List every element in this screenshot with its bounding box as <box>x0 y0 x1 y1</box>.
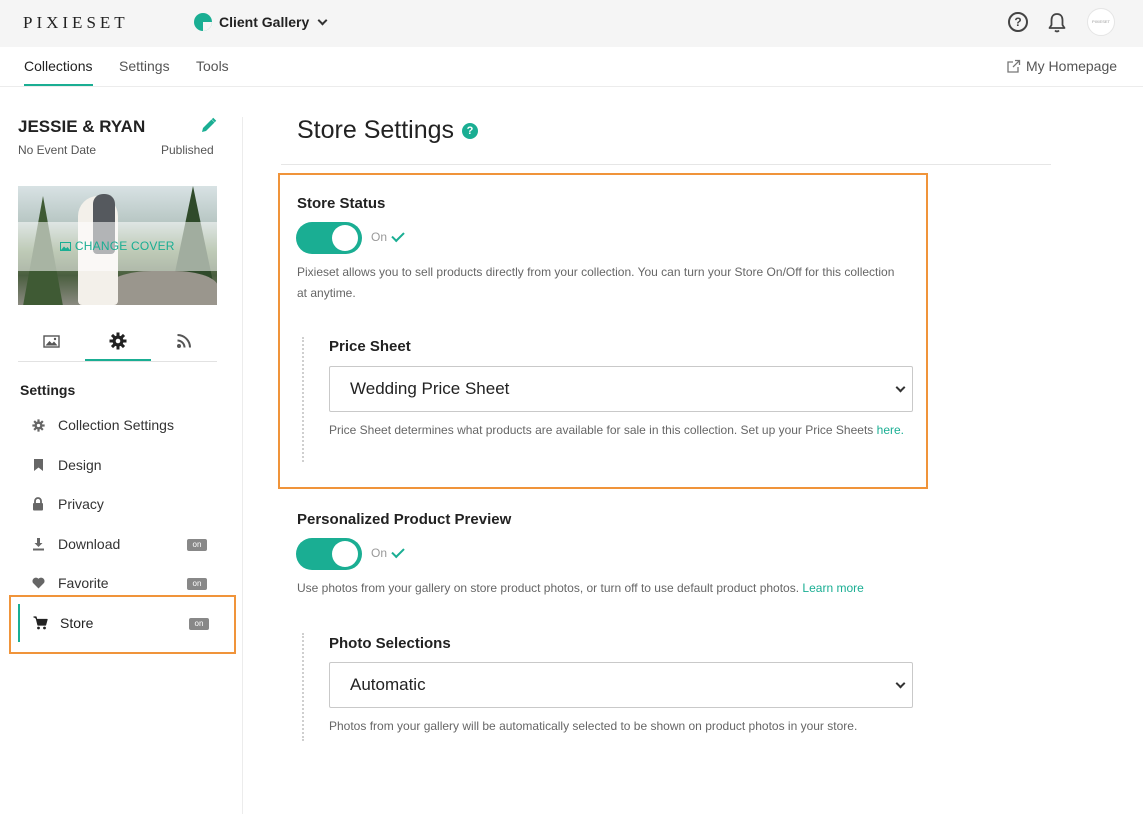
bookmark-icon <box>30 457 46 473</box>
sidebar-item-label: Privacy <box>58 496 104 512</box>
product-preview-description: Use photos from your gallery on store pr… <box>297 578 937 599</box>
gallery-title: JESSIE & RYAN <box>18 117 146 136</box>
sidebar-item-privacy[interactable]: Privacy <box>18 485 217 523</box>
bell-icon[interactable] <box>1047 12 1067 34</box>
chevron-down-icon <box>895 382 906 393</box>
active-tab-indicator <box>24 84 93 86</box>
avatar[interactable]: PIXIESET <box>1087 8 1115 36</box>
lock-icon <box>30 496 46 512</box>
product-preview-state: On <box>371 544 405 560</box>
download-icon <box>30 536 46 552</box>
tab-collections[interactable]: Collections <box>24 58 92 74</box>
sidebar-item-label: Store <box>60 615 94 631</box>
check-icon <box>391 228 405 242</box>
change-cover-label: CHANGE COVER <box>74 239 175 253</box>
my-homepage-label: My Homepage <box>1026 58 1118 74</box>
gallery-cover-image[interactable]: CHANGE COVER <box>18 186 217 305</box>
store-status-toggle[interactable] <box>296 222 362 254</box>
sidebar-item-store[interactable]: Store on <box>18 604 217 642</box>
product-preview-description-text: Use photos from your gallery on store pr… <box>297 581 800 595</box>
status-badge: on <box>189 618 209 630</box>
price-sheet-title: Price Sheet <box>329 338 411 355</box>
sidebar-item-download[interactable]: Download on <box>18 525 217 563</box>
gallery-status: Published <box>161 143 214 157</box>
learn-more-link[interactable]: Learn more <box>802 581 863 595</box>
chevron-down-icon <box>317 15 328 25</box>
collection-sub-tabs <box>18 322 217 362</box>
help-icon[interactable]: ? <box>1008 12 1028 32</box>
sidebar-item-favorite[interactable]: Favorite on <box>18 564 217 602</box>
main-tab-nav: Collections Settings Tools My Homepage <box>0 47 1143 87</box>
gear-icon <box>30 417 46 433</box>
image-icon <box>60 242 72 251</box>
app-switcher[interactable]: Client Gallery <box>194 11 328 33</box>
product-preview-toggle[interactable] <box>296 538 362 570</box>
store-status-state: On <box>371 228 405 244</box>
photo-selections-connector <box>302 633 304 741</box>
active-sub-tab-indicator <box>85 359 151 361</box>
chevron-down-icon <box>895 678 906 689</box>
cover-rock <box>108 271 217 305</box>
status-badge: on <box>187 539 207 551</box>
external-link-icon <box>1007 59 1021 73</box>
store-status-highlight-box <box>278 173 928 489</box>
photo-selections-select[interactable]: Automatic <box>329 662 913 708</box>
gallery-event-date: No Event Date <box>18 143 97 157</box>
product-preview-title: Personalized Product Preview <box>297 511 512 528</box>
image-icon <box>42 334 60 348</box>
app-switcher-label: Client Gallery <box>219 14 310 30</box>
sidebar-heading: Settings <box>20 382 76 398</box>
change-cover-button[interactable]: CHANGE COVER <box>18 239 217 253</box>
price-sheet-here-link[interactable]: here. <box>877 423 904 437</box>
pencil-icon[interactable] <box>200 117 217 134</box>
client-gallery-icon <box>194 13 212 31</box>
page-title: Store Settings ? <box>297 116 479 145</box>
photo-selections-title: Photo Selections <box>329 635 451 652</box>
price-sheet-description-text: Price Sheet determines what products are… <box>329 423 874 437</box>
tab-photos[interactable] <box>18 322 84 360</box>
tab-collection-settings[interactable] <box>85 322 151 360</box>
photo-selections-selected: Automatic <box>350 675 426 694</box>
store-status-title: Store Status <box>297 195 386 212</box>
sidebar-item-label: Favorite <box>58 575 109 591</box>
sidebar-item-design[interactable]: Design <box>18 446 217 484</box>
product-preview-state-label: On <box>371 546 388 560</box>
sidebar-item-label: Download <box>58 536 121 552</box>
gear-icon <box>109 332 127 350</box>
price-sheet-connector <box>302 337 304 462</box>
status-badge: on <box>187 578 207 590</box>
sidebar-divider <box>242 117 243 814</box>
pixieset-logo[interactable]: PIXIESET <box>23 13 129 33</box>
tab-settings[interactable]: Settings <box>119 58 170 74</box>
price-sheet-description: Price Sheet determines what products are… <box>329 420 919 441</box>
price-sheet-selected: Wedding Price Sheet <box>350 379 510 398</box>
tab-tools[interactable]: Tools <box>196 58 229 74</box>
store-status-state-label: On <box>371 230 388 244</box>
sidebar-item-label: Design <box>58 457 102 473</box>
store-status-description: Pixieset allows you to sell products dir… <box>297 265 895 300</box>
cart-icon <box>32 615 48 631</box>
my-homepage-link[interactable]: My Homepage <box>1006 58 1117 74</box>
price-sheet-select[interactable]: Wedding Price Sheet <box>329 366 913 412</box>
help-icon[interactable]: ? <box>462 122 479 139</box>
tab-activity[interactable] <box>151 322 217 360</box>
rss-icon <box>177 334 191 348</box>
photo-selections-description: Photos from your gallery will be automat… <box>329 719 858 733</box>
sidebar-item-label: Collection Settings <box>58 417 174 433</box>
title-divider <box>281 164 1051 165</box>
sidebar-item-collection-settings[interactable]: Collection Settings <box>18 406 217 444</box>
top-bar: PIXIESET Client Gallery ? PIXIESET <box>0 0 1143 47</box>
page-title-text: Store Settings <box>297 116 455 144</box>
heart-icon <box>30 575 46 591</box>
check-icon <box>391 544 405 558</box>
